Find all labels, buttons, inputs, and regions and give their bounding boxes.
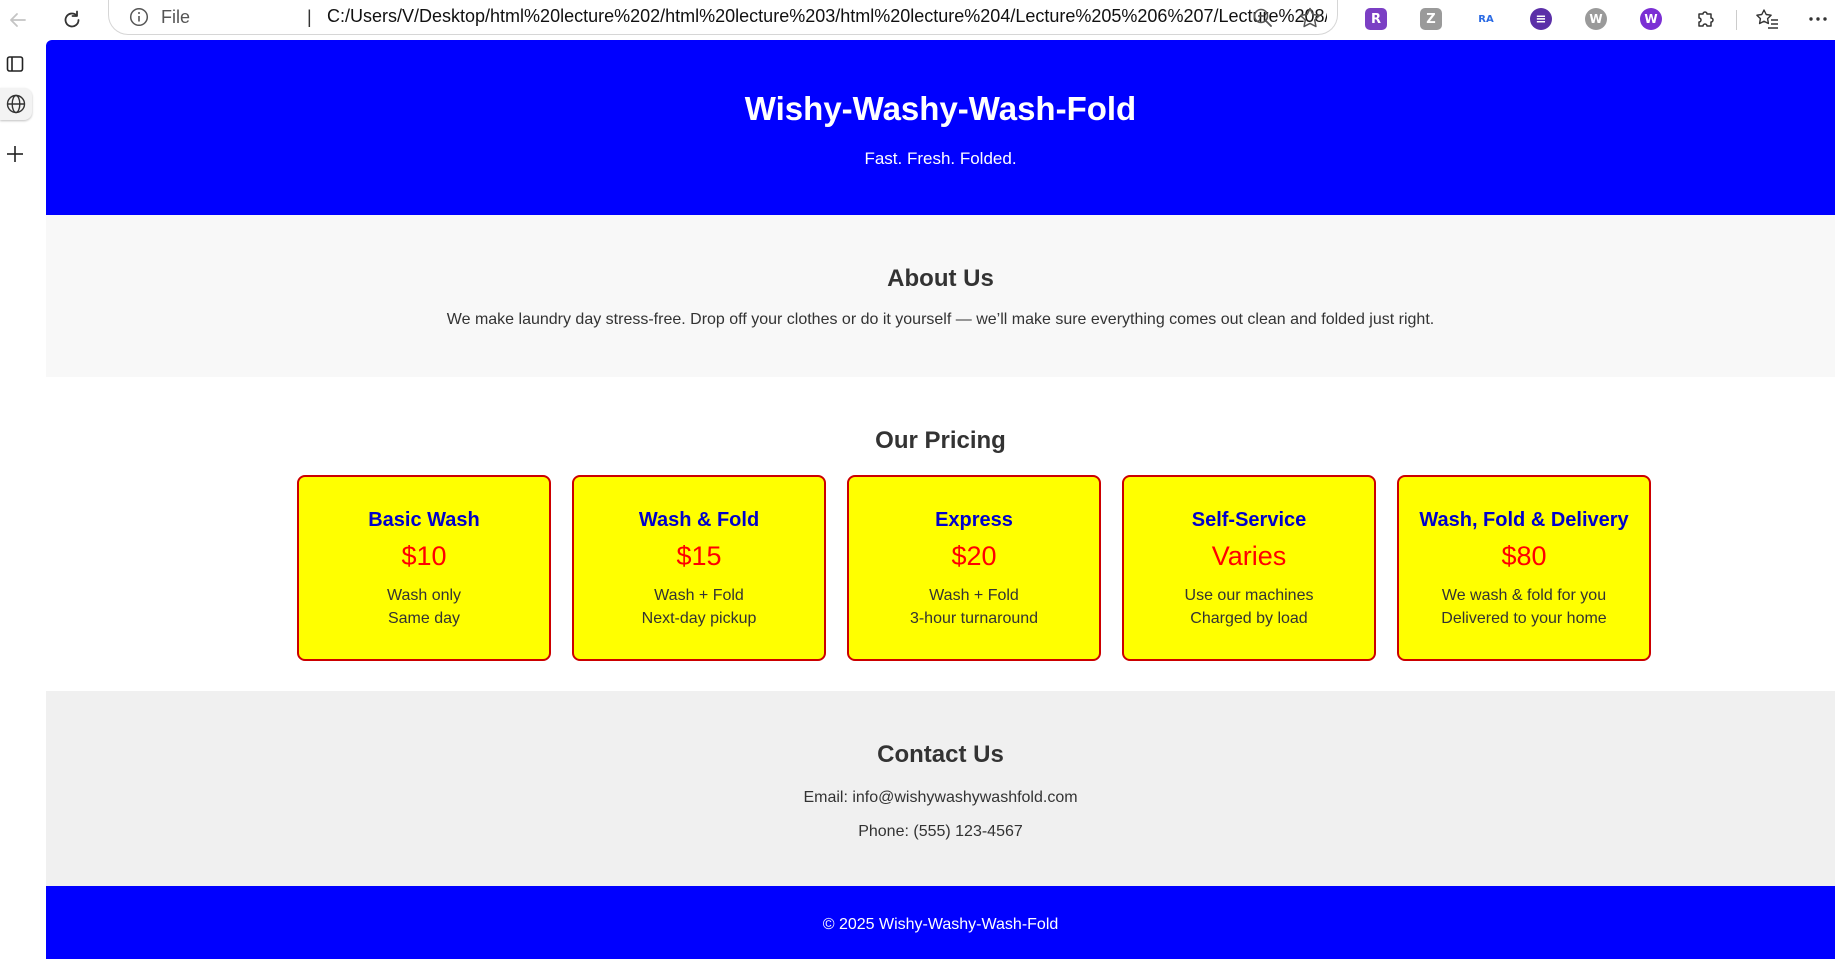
info-icon[interactable]	[129, 7, 149, 27]
pricing-card-express: Express $20 Wash + Fold 3-hour turnaroun…	[847, 475, 1101, 661]
new-tab-button[interactable]	[0, 138, 30, 170]
contact-section: Contact Us Email: info@wishywashywashfol…	[46, 691, 1835, 886]
browser-toolbar: File | C:/Users/V/Desktop/html%20lecture…	[0, 0, 1835, 40]
card-price: $10	[401, 541, 447, 571]
card-price: Varies	[1211, 541, 1287, 571]
extension-ra-button[interactable]: RA	[1473, 6, 1499, 32]
pricing-card-delivery: Wash, Fold & Delivery $80 We wash & fold…	[1397, 475, 1651, 661]
card-detail-1: Wash only	[386, 587, 462, 604]
footer-copyright: © 2025 Wishy-Washy-Wash-Fold	[822, 916, 1059, 933]
pricing-card-self-service: Self-Service Varies Use our machines Cha…	[1122, 475, 1376, 661]
back-arrow-icon	[10, 13, 26, 27]
tab-actions-icon	[6, 56, 24, 72]
about-section: About Us We make laundry day stress-free…	[46, 215, 1835, 377]
reload-icon	[64, 10, 80, 28]
extension-list-icon: ≡	[1530, 8, 1552, 30]
toolbar-divider	[1736, 10, 1737, 30]
site-header: Wishy-Washy-Wash-Fold Fast. Fresh. Folde…	[46, 40, 1835, 215]
extension-w-purple-button[interactable]: W	[1638, 6, 1664, 32]
card-detail-2: Next-day pickup	[641, 610, 757, 627]
back-button[interactable]	[2, 4, 34, 36]
site-title: Wishy-Washy-Wash-Fold	[744, 90, 1137, 127]
plus-icon	[7, 146, 23, 162]
pricing-card-basic-wash: Basic Wash $10 Wash only Same day	[297, 475, 551, 661]
about-text: We make laundry day stress-free. Drop of…	[446, 311, 1435, 328]
card-price: $20	[951, 541, 997, 571]
file-scheme-label: File	[161, 7, 191, 27]
site-footer: © 2025 Wishy-Washy-Wash-Fold	[46, 886, 1835, 959]
ellipsis-icon	[1809, 17, 1827, 21]
card-title: Wash, Fold & Delivery	[1419, 509, 1629, 531]
puzzle-icon	[1698, 11, 1714, 27]
extension-z-button[interactable]: Z	[1418, 6, 1444, 32]
favorites-list-icon	[1756, 9, 1778, 29]
address-separator: |	[307, 7, 312, 27]
address-bar[interactable]: File | C:/Users/V/Desktop/html%20lecture…	[108, 0, 1338, 35]
extension-list-button[interactable]: ≡	[1528, 6, 1554, 32]
card-detail-1: Use our machines	[1184, 587, 1314, 604]
contact-heading: Contact Us	[877, 741, 1004, 768]
extension-ra-icon: RA	[1475, 8, 1497, 30]
pricing-cards: Basic Wash $10 Wash only Same day Wash &…	[297, 475, 1651, 661]
card-price: $15	[676, 541, 722, 571]
extension-w-gray-button[interactable]: W	[1583, 6, 1609, 32]
url-text[interactable]: C:/Users/V/Desktop/html%20lecture%202/ht…	[327, 6, 1327, 27]
favorite-star-icon[interactable]	[1297, 5, 1323, 31]
extension-w-gray-icon: W	[1585, 8, 1607, 30]
about-heading: About Us	[887, 265, 994, 292]
reload-button[interactable]	[56, 4, 88, 36]
card-detail-1: Wash + Fold	[929, 587, 1019, 604]
site-tagline: Fast. Fresh. Folded.	[864, 149, 1017, 168]
pricing-card-wash-fold: Wash & Fold $15 Wash + Fold Next-day pic…	[572, 475, 826, 661]
card-price: $80	[1501, 541, 1547, 571]
card-title: Basic Wash	[368, 509, 480, 531]
card-title: Self-Service	[1191, 509, 1307, 531]
pricing-heading: Our Pricing	[875, 427, 1006, 454]
card-title: Wash & Fold	[638, 509, 760, 531]
tab-actions-button[interactable]	[0, 48, 30, 80]
card-detail-1: Wash + Fold	[654, 587, 744, 604]
favorites-button[interactable]	[1754, 6, 1780, 32]
page-viewport: Wishy-Washy-Wash-Fold Fast. Fresh. Folde…	[46, 40, 1835, 959]
card-detail-2: Charged by load	[1190, 610, 1308, 627]
more-options-button[interactable]	[1805, 6, 1831, 32]
browser-sidebar	[0, 40, 46, 959]
extension-w-purple-icon: W	[1640, 8, 1662, 30]
card-detail-2: Same day	[387, 610, 461, 627]
zoom-out-icon[interactable]	[1251, 6, 1275, 30]
card-detail-2: Delivered to your home	[1441, 610, 1607, 627]
globe-icon	[6, 94, 26, 114]
extension-r-icon: R	[1365, 8, 1387, 30]
card-title: Express	[935, 509, 1013, 531]
extension-z-icon: Z	[1420, 8, 1442, 30]
contact-phone: Phone: (555) 123-4567	[858, 823, 1023, 840]
contact-email: Email: info@wishywashywashfold.com	[803, 789, 1078, 806]
card-detail-1: We wash & fold for you	[1441, 587, 1607, 604]
sidebar-tab-current[interactable]	[0, 88, 32, 120]
card-detail-2: 3-hour turnaround	[909, 610, 1039, 627]
extension-r-button[interactable]: R	[1363, 6, 1389, 32]
extensions-menu-button[interactable]	[1693, 6, 1719, 32]
pricing-section: Our Pricing Basic Wash $10 Wash only Sam…	[46, 377, 1835, 691]
